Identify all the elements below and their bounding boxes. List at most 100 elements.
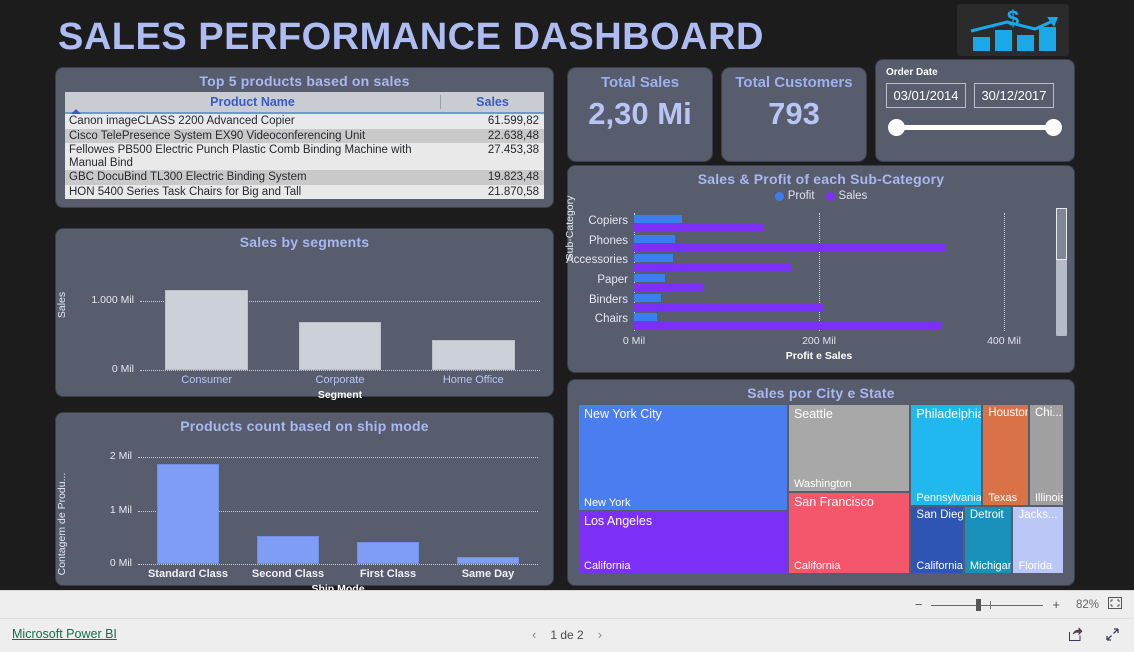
treemap-tile-state: Florida	[1018, 560, 1053, 572]
x-axis-title: Profit e Sales	[785, 350, 853, 362]
table-row[interactable]: GBC DocuBind TL300 Electric Binding Syst…	[65, 170, 544, 185]
table-row[interactable]: HON 5400 Series Task Chairs for Big and …	[65, 184, 544, 199]
treemap-panel: Sales por City e State New York City New …	[568, 380, 1074, 585]
x-axis-tick: Same Day	[461, 568, 515, 580]
zoom-toolbar: − + 82%	[0, 590, 1134, 618]
chevron-right-icon[interactable]: ›	[598, 627, 602, 642]
slider-handle-right[interactable]	[1045, 119, 1062, 136]
chevron-left-icon[interactable]: ‹	[532, 627, 536, 642]
order-date-slicer[interactable]: Order Date 03/01/2014 30/12/2017	[876, 60, 1074, 161]
chart-bar[interactable]	[257, 535, 319, 564]
y-axis-title: Sub-Category	[564, 195, 576, 261]
y-axis-tick: 0 Mil	[111, 363, 134, 375]
chart-bar[interactable]	[634, 283, 705, 291]
chart-vertical-scrollbar[interactable]	[1056, 208, 1067, 336]
chart-bar[interactable]	[634, 234, 675, 243]
slicer-start-date-input[interactable]: 03/01/2014	[886, 83, 966, 108]
slider-handle-left[interactable]	[888, 119, 905, 136]
chart-bar[interactable]	[634, 254, 673, 263]
x-axis-tick: 400 Mil	[987, 335, 1021, 347]
treemap-tile[interactable]: Los Angeles California	[578, 511, 788, 574]
chart-legend[interactable]: Profit Sales	[568, 187, 1074, 202]
legend-item-sales[interactable]: Sales	[825, 190, 867, 202]
cell-product-name: Canon imageCLASS 2200 Advanced Copier	[69, 115, 295, 127]
treemap-tile-city: Chi...	[1035, 407, 1062, 419]
chart-bar[interactable]	[298, 321, 382, 370]
chart-bar[interactable]	[457, 557, 519, 564]
chart-bar[interactable]	[634, 293, 661, 302]
chart-bar[interactable]	[634, 274, 665, 282]
zoom-slider-handle[interactable]	[976, 598, 982, 611]
fit-to-page-icon[interactable]	[1108, 596, 1122, 613]
legend-color-dot	[825, 191, 835, 201]
chart-bar[interactable]	[157, 463, 219, 564]
dashboard-header: SALES PERFORMANCE DASHBOARD $	[0, 0, 1134, 62]
cell-sales: 27.453,38	[487, 144, 539, 156]
slicer-range-slider[interactable]	[888, 119, 1062, 137]
cell-product-name: HON 5400 Series Task Chairs for Big and …	[69, 185, 302, 198]
zoom-slider-track	[931, 604, 1044, 606]
legend-color-dot	[774, 191, 784, 201]
chart-bar[interactable]	[357, 541, 419, 564]
x-axis-tick: 0 Mil	[622, 335, 646, 347]
zoom-out-button[interactable]: −	[915, 597, 923, 612]
chart-bar[interactable]	[634, 243, 946, 252]
top-products-title: Top 5 products based on sales	[199, 73, 410, 89]
treemap-tile[interactable]: New York City New York	[578, 404, 788, 512]
fullscreen-icon[interactable]	[1105, 627, 1120, 645]
treemap-tile[interactable]: Seattle Washington	[787, 404, 911, 493]
table-row[interactable]: Canon imageCLASS 2200 Advanced Copier 61…	[65, 114, 544, 129]
treemap-tile-state: Washington	[793, 478, 852, 491]
kpi-card-total-customers[interactable]: Total Customers 793	[722, 68, 866, 161]
zoom-in-button[interactable]: +	[1052, 597, 1060, 612]
treemap-area[interactable]: New York City New York Los Angeles Californ…	[578, 404, 1064, 574]
subcategory-plot-area[interactable]: 0 Mil 200 Mil 400 Mil Copiers Phones Accessor…	[566, 213, 1021, 362]
ship-mode-plot-area[interactable]: 2 Mil 1 Mil 0 Mil Standard Class Second Clas…	[110, 449, 538, 580]
page-title: SALES PERFORMANCE DASHBOARD	[58, 16, 764, 58]
footer-bar: Microsoft Power BI ‹ 1 de 2 ›	[0, 618, 1134, 652]
chart-bar[interactable]	[634, 263, 792, 272]
slicer-end-date-input[interactable]: 30/12/2017	[974, 83, 1054, 108]
table-row[interactable]: Fellowes PB500 Electric Punch Plastic Co…	[65, 143, 544, 170]
legend-item-profit[interactable]: Profit	[774, 190, 815, 202]
zoom-slider[interactable]	[931, 598, 1044, 612]
slicer-date-inputs: 03/01/2014 30/12/2017	[876, 78, 1074, 108]
treemap-tile-state: California	[584, 559, 631, 572]
top-products-table[interactable]: Product Name Sales Canon imageCLASS 2200…	[65, 92, 544, 199]
cell-sales: 21.870,58	[487, 185, 539, 198]
treemap-tile[interactable]: Philadelphia Pennsylvania	[910, 404, 983, 506]
kpi-card-total-sales[interactable]: Total Sales 2,30 Mi	[568, 68, 712, 161]
treemap-tile[interactable]: San Diego California	[910, 506, 964, 574]
column-header-sales[interactable]: Sales	[440, 95, 544, 109]
treemap-tile-state: Pennsylvania	[916, 492, 982, 504]
chart-bar[interactable]	[634, 215, 683, 223]
chart-bar[interactable]	[634, 224, 764, 232]
table-row[interactable]: Cisco TelePresence System EX90 Videoconf…	[65, 128, 544, 143]
chart-bar[interactable]	[634, 302, 824, 311]
share-icon[interactable]	[1068, 627, 1083, 645]
kpi-value-total-customers: 793	[768, 96, 820, 131]
column-header-product-name[interactable]: Product Name	[65, 95, 440, 114]
subcategory-chart-title: Sales & Profit of each Sub-Category	[697, 171, 945, 187]
scrollbar-thumb[interactable]	[1056, 208, 1067, 260]
treemap-tile[interactable]: Detroit Michigan	[963, 506, 1013, 574]
power-bi-link[interactable]: Microsoft Power BI	[12, 627, 117, 641]
cell-sales: 22.638,48	[487, 129, 539, 142]
x-axis-tick: Standard Class	[147, 568, 229, 580]
legend-label: Profit	[787, 190, 815, 202]
chart-bar[interactable]	[432, 340, 515, 370]
treemap-tile[interactable]: San Francisco California	[787, 492, 911, 574]
y-axis-tick: Copiers	[588, 214, 628, 227]
kpi-label-total-sales: Total Sales	[600, 74, 680, 91]
treemap-tile-city: Seattle	[793, 407, 833, 421]
gridline	[138, 457, 538, 459]
treemap-tile-state: Texas	[988, 492, 1018, 504]
chart-bar[interactable]	[634, 322, 942, 331]
treemap-tile[interactable]: Chi... Illinois	[1029, 404, 1064, 506]
chart-bar[interactable]	[634, 313, 658, 322]
treemap-tile[interactable]: Jacks... Florida	[1012, 506, 1064, 574]
segments-plot-area[interactable]: 1.000 Mil 0 Mil Consumer Corporate Home Offi…	[91, 284, 540, 386]
treemap-tile[interactable]: Houston Texas	[982, 404, 1029, 506]
chart-bar[interactable]	[165, 290, 248, 370]
x-axis-tick: Home Office	[442, 374, 504, 386]
